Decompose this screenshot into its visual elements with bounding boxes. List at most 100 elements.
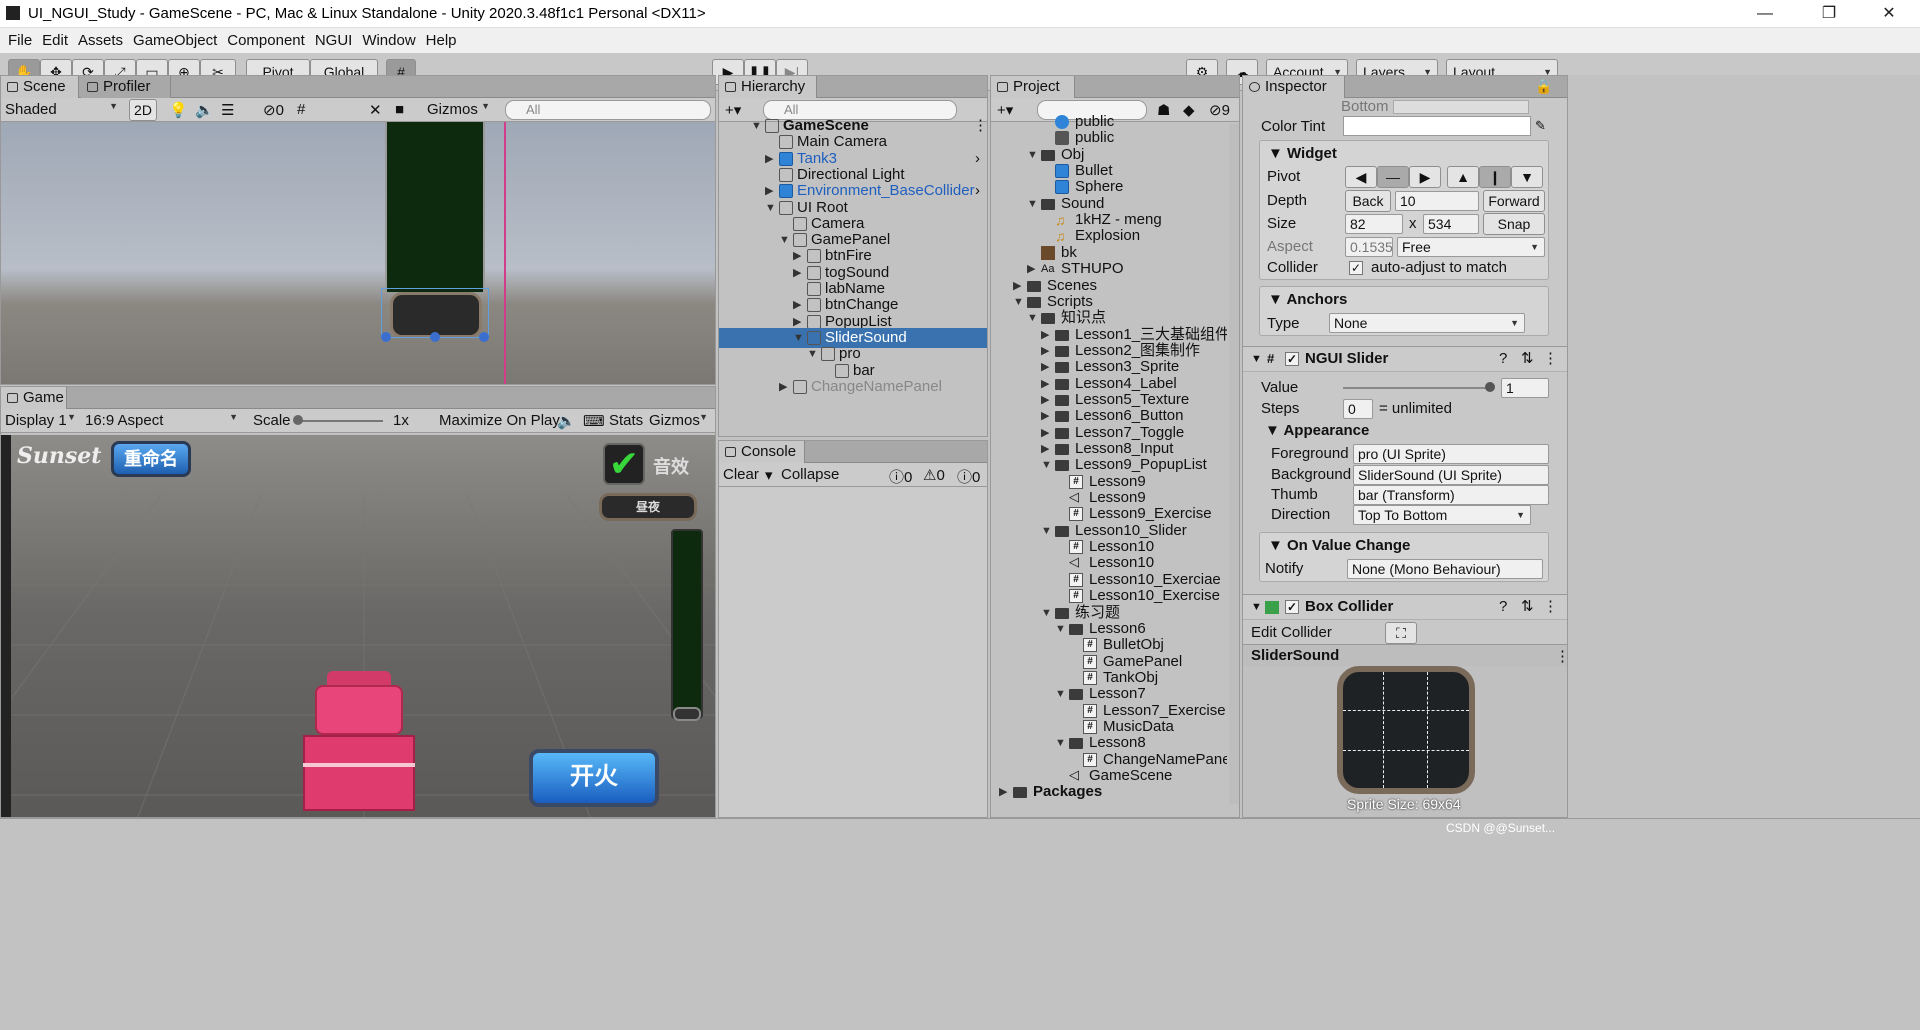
on-value-change-header[interactable]: ▼ On Value Change xyxy=(1268,537,1410,554)
menu-help[interactable]: Help xyxy=(426,28,457,53)
color-tint-swatch[interactable] xyxy=(1343,116,1531,136)
clear-dropdown-icon[interactable]: ▾ xyxy=(765,466,773,484)
depth-forward-button[interactable]: Forward xyxy=(1483,190,1545,212)
pivot-left-button[interactable]: ◀ xyxy=(1345,166,1377,188)
lighting-icon[interactable]: 💡 xyxy=(169,101,188,119)
game-viewport[interactable]: Sunset 重命名 ✔ 音效 昼夜 开火 xyxy=(11,435,715,817)
ngui-slider-enabled-checkbox[interactable]: ✓ xyxy=(1285,352,1299,366)
direction-dropdown[interactable]: Top To Bottom xyxy=(1353,505,1531,525)
menu-edit[interactable]: Edit xyxy=(42,28,68,53)
shortcuts-icon[interactable]: ⌨ xyxy=(583,412,605,430)
depth-input[interactable]: 10 xyxy=(1395,191,1479,211)
aspect-dropdown[interactable]: 16:9 Aspect xyxy=(85,412,243,429)
menu-assets[interactable]: Assets xyxy=(78,28,123,53)
close-icon[interactable]: ✕ xyxy=(1866,2,1912,26)
stats-toggle[interactable]: Stats xyxy=(609,412,643,429)
console-info-toggle[interactable]: ⓘ0 xyxy=(889,466,912,487)
preview-menu-icon[interactable]: ⋮ xyxy=(1555,647,1567,665)
snap-button[interactable]: Snap xyxy=(1483,213,1545,235)
menu-window[interactable]: Window xyxy=(362,28,415,53)
toggle-2d[interactable]: 2D xyxy=(129,99,157,121)
tab-scene[interactable]: Scene xyxy=(1,76,79,98)
scene-search-input[interactable]: All xyxy=(505,100,711,120)
rect-handle-center[interactable] xyxy=(430,332,440,342)
shading-dropdown[interactable]: Shaded xyxy=(5,101,123,118)
width-input[interactable]: 82 xyxy=(1345,214,1403,234)
help-icon[interactable]: ? xyxy=(1499,347,1507,371)
edit-collider-button[interactable]: ⛶ xyxy=(1385,622,1417,644)
foldout-arrow-icon[interactable]: ▶ xyxy=(999,782,1007,802)
maximize-icon[interactable]: ❐ xyxy=(1806,2,1852,26)
grid-icon[interactable]: # xyxy=(297,101,305,118)
project-scrollbar[interactable] xyxy=(1229,124,1239,804)
box-collider-header[interactable]: ▼ ✓ Box Collider ? ⇅ ⋮ xyxy=(1243,594,1567,620)
gizmos-dropdown[interactable]: Gizmos xyxy=(427,101,495,118)
maximize-on-play-toggle[interactable]: Maximize On Play xyxy=(439,412,560,429)
value-slider-thumb[interactable] xyxy=(1485,382,1495,392)
rect-handle-left[interactable] xyxy=(381,332,391,342)
rename-button[interactable]: 重命名 xyxy=(111,441,191,477)
depth-back-button[interactable]: Back xyxy=(1345,190,1391,212)
tab-game[interactable]: Game xyxy=(1,387,67,409)
fire-button[interactable]: 开火 xyxy=(529,749,659,807)
menu-file[interactable]: File xyxy=(8,28,32,53)
aspect-mode-dropdown[interactable]: Free xyxy=(1397,237,1545,257)
appearance-header[interactable]: ▼ Appearance xyxy=(1265,422,1369,439)
scale-slider-track[interactable] xyxy=(295,420,383,422)
anchors-header[interactable]: ▼ Anchors xyxy=(1268,291,1347,308)
box-collider-enabled-checkbox[interactable]: ✓ xyxy=(1285,600,1299,614)
hidden-objects-icon[interactable]: ⊘0 xyxy=(263,101,284,119)
anchor-type-dropdown[interactable]: None xyxy=(1329,313,1525,333)
box-collider-menu-icon[interactable]: ⋮ xyxy=(1543,595,1558,619)
component-menu-icon[interactable]: ⋮ xyxy=(1543,347,1558,371)
height-input[interactable]: 534 xyxy=(1423,214,1479,234)
box-collider-presets-icon[interactable]: ⇅ xyxy=(1521,595,1534,619)
hierarchy-item[interactable]: ▶ ChangeNamePanel xyxy=(719,377,987,397)
collider-checkbox[interactable]: ✓ xyxy=(1349,261,1363,275)
scale-slider-thumb[interactable] xyxy=(293,415,303,425)
effects-icon[interactable]: ☰ xyxy=(221,101,234,119)
project-item[interactable]: ▶ Packages xyxy=(991,782,1227,802)
tab-console[interactable]: Console xyxy=(719,441,805,463)
thumb-object-field[interactable]: bar (Transform) xyxy=(1353,485,1549,505)
scene-viewport[interactable] xyxy=(1,122,715,384)
aspect-input[interactable]: 0.1535 xyxy=(1345,237,1393,257)
sound-slider-thumb[interactable] xyxy=(673,707,701,721)
ngui-slider-header[interactable]: ▼ # ✓ NGUI Slider ? ⇅ ⋮ xyxy=(1243,346,1567,372)
console-clear-button[interactable]: Clear xyxy=(723,466,759,483)
pivot-center-v-button[interactable]: ❙ xyxy=(1479,166,1511,188)
tab-project[interactable]: Project xyxy=(991,76,1075,98)
rect-handle-right[interactable] xyxy=(479,332,489,342)
minimize-icon[interactable]: — xyxy=(1742,2,1788,26)
box-collider-help-icon[interactable]: ? xyxy=(1499,595,1507,619)
eyedropper-icon[interactable]: ✎ xyxy=(1535,118,1546,134)
console-collapse-button[interactable]: Collapse xyxy=(781,466,839,483)
notify-object-field[interactable]: None (Mono Behaviour) xyxy=(1347,559,1543,579)
mute-audio-icon[interactable]: 🔈 xyxy=(557,412,576,430)
camera-icon[interactable]: ■ xyxy=(395,101,404,118)
previous-field-value[interactable] xyxy=(1393,100,1529,114)
sound-checkmark-icon[interactable]: ✔ xyxy=(603,443,645,485)
menu-ngui[interactable]: NGUI xyxy=(315,28,353,53)
foreground-object-field[interactable]: pro (UI Sprite) xyxy=(1353,444,1549,464)
tab-inspector[interactable]: Inspector xyxy=(1243,76,1345,98)
day-night-popup[interactable]: 昼夜 xyxy=(599,493,697,521)
menu-gameobject[interactable]: GameObject xyxy=(133,28,217,53)
tools-icon[interactable]: ✕ xyxy=(369,101,382,119)
console-warning-toggle[interactable]: ⚠0 xyxy=(923,466,945,484)
sound-slider[interactable] xyxy=(671,529,703,719)
value-slider-track[interactable] xyxy=(1343,387,1493,389)
steps-input[interactable]: 0 xyxy=(1343,399,1373,419)
pivot-top-button[interactable]: ▲ xyxy=(1447,166,1479,188)
pivot-center-h-button[interactable]: — xyxy=(1377,166,1409,188)
game-gizmos-dropdown[interactable]: Gizmos xyxy=(649,412,713,429)
tab-profiler[interactable]: Profiler xyxy=(81,76,171,98)
pivot-bottom-button[interactable]: ▼ xyxy=(1511,166,1543,188)
widget-header[interactable]: ▼ Widget xyxy=(1268,145,1337,162)
console-error-toggle[interactable]: ⓘ0 xyxy=(957,466,980,487)
display-dropdown[interactable]: Display 1 xyxy=(5,412,81,429)
lock-icon[interactable]: 🔒 xyxy=(1535,78,1552,95)
background-object-field[interactable]: SliderSound (UI Sprite) xyxy=(1353,465,1549,485)
menu-component[interactable]: Component xyxy=(227,28,305,53)
value-input[interactable]: 1 xyxy=(1501,378,1549,398)
